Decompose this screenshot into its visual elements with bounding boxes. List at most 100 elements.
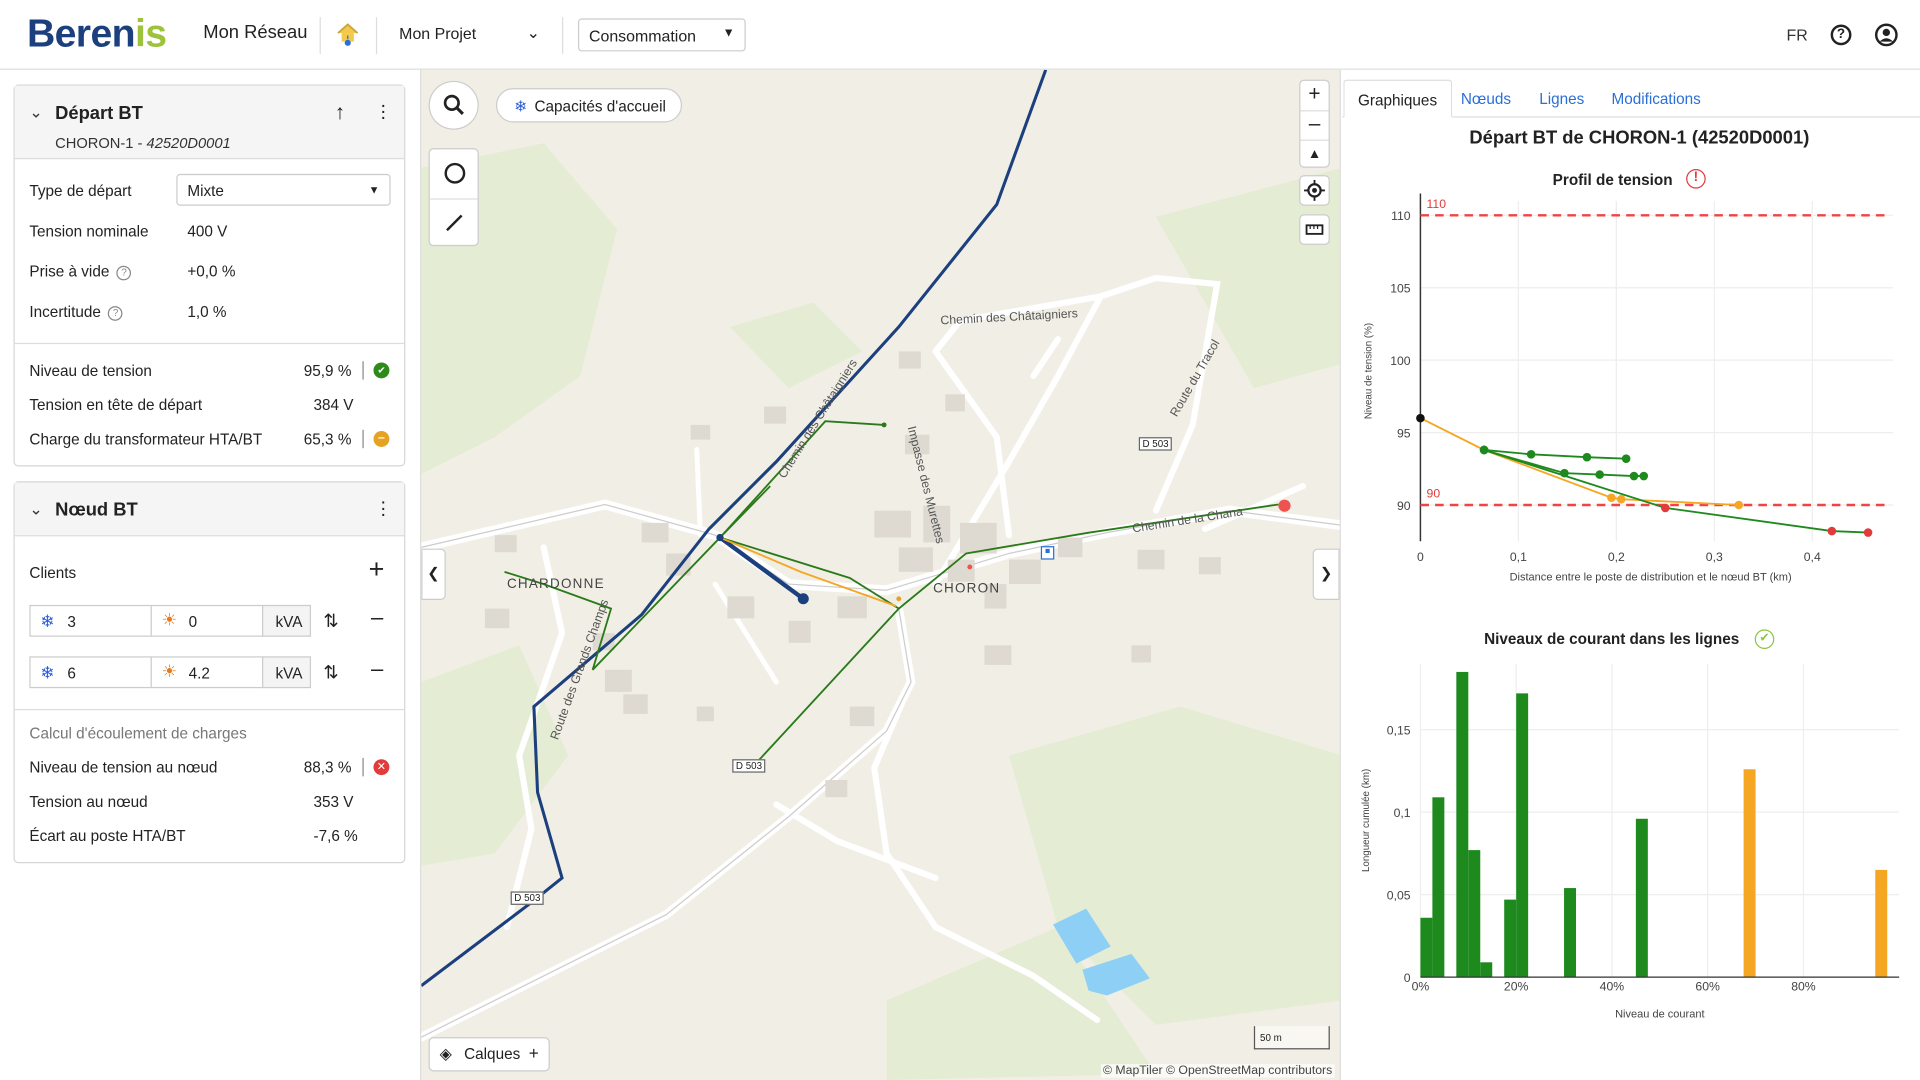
- search-button[interactable]: [428, 80, 479, 130]
- histogram-bar: [1504, 899, 1517, 978]
- place-label: CHORON: [933, 581, 1001, 597]
- help-icon[interactable]: ?: [108, 306, 123, 321]
- caret-down-icon: ▼: [368, 183, 380, 196]
- clients-label: Clients: [29, 564, 77, 582]
- y-tick-label: 0,05: [1387, 889, 1411, 903]
- divider: [14, 342, 405, 345]
- histogram-bar: [1432, 797, 1445, 978]
- collapse-icon[interactable]: ⌄: [29, 103, 42, 123]
- help-icon[interactable]: ?: [1830, 24, 1852, 46]
- tension-nominale-label: Tension nominale: [29, 222, 149, 241]
- noeud-bt-header: ⌄ Nœud BT · · ·: [14, 482, 405, 537]
- data-point: [1621, 454, 1631, 463]
- chevron-down-icon: ⌄: [526, 23, 541, 42]
- tab-bar: Graphiques Nœuds Lignes Modifications: [1342, 79, 1920, 118]
- search-icon: [443, 94, 464, 115]
- layers-label: Calques: [464, 1045, 521, 1063]
- status-ok-icon: ✔: [1754, 629, 1775, 649]
- project-select[interactable]: Mon Projet ⌄: [399, 23, 541, 43]
- zoom-in-button[interactable]: +: [1300, 81, 1328, 110]
- series-line: [1483, 449, 1869, 534]
- chart-title-voltage: Profil de tension: [1552, 171, 1673, 189]
- data-point: [1863, 528, 1873, 537]
- data-point: [1416, 413, 1425, 423]
- niveau-tension-noeud-label: Niveau de tension au nœud: [29, 759, 218, 777]
- status-error-icon: ✕: [373, 759, 390, 776]
- limit-label: 90: [1427, 487, 1441, 501]
- snowflake-icon: ❄: [40, 611, 55, 631]
- status-error-icon: !: [1686, 168, 1706, 189]
- capacites-button[interactable]: ❄ Capacités d'accueil: [495, 88, 682, 123]
- sun-value: 4.2: [188, 664, 210, 683]
- collapse-right-button[interactable]: ❯: [1312, 548, 1340, 601]
- depart-name: CHORON-1 -: [55, 134, 147, 152]
- calc-section-label: Calcul d'écoulement de charges: [29, 724, 247, 743]
- status-ok-icon: ✔: [373, 362, 390, 379]
- x-tick-label: 0%: [1412, 980, 1430, 994]
- mode-select[interactable]: Consommation ▼: [577, 18, 746, 52]
- ecart-poste-label: Écart au poste HTA/BT: [29, 827, 186, 845]
- tab-modifications[interactable]: Modifications: [1598, 80, 1714, 118]
- help-icon[interactable]: ?: [116, 265, 132, 281]
- x-tick-label: 40%: [1600, 980, 1625, 994]
- circle-tool-icon[interactable]: [444, 162, 466, 184]
- snowflake-icon: ❄: [514, 97, 528, 116]
- more-options-icon[interactable]: · · ·: [380, 493, 387, 525]
- histogram-bar: [1456, 671, 1469, 978]
- logo[interactable]: Berenis: [27, 11, 167, 56]
- account-icon[interactable]: [1874, 23, 1898, 47]
- map-canvas: [421, 69, 1340, 1080]
- top-bar: Berenis Mon Réseau Mon Projet ⌄ Consommat…: [0, 0, 1920, 70]
- divider: [375, 17, 378, 54]
- collapse-icon[interactable]: ⌄: [29, 500, 42, 520]
- current-levels-chart: 0% 20% 40% 60% 80% 0 0,05 0,1 0,15 Niveau de cour…: [1361, 663, 1900, 1021]
- x-tick-label: 0,4: [1804, 550, 1821, 564]
- cold-power-input[interactable]: ❄ 3: [29, 604, 152, 637]
- incertitude-value[interactable]: 1,0 %: [187, 304, 226, 321]
- road-label: D 503: [510, 891, 545, 905]
- tab-noeuds[interactable]: Nœuds: [1447, 80, 1524, 118]
- charge-transfo-value: 65,3 %: [303, 431, 352, 449]
- zoom-out-button[interactable]: –: [1300, 110, 1329, 139]
- measure-button[interactable]: [1299, 214, 1330, 245]
- cold-power-input[interactable]: ❄ 6: [29, 656, 152, 689]
- chart-title-current: Niveaux de courant dans les lignes: [1484, 630, 1740, 648]
- locate-button[interactable]: [1299, 175, 1330, 206]
- niveau-tension-label: Niveau de tension: [29, 362, 152, 380]
- map-view[interactable]: Chemin des Châtaigniers Impasse des Mure…: [420, 69, 1341, 1080]
- noeud-bt-card: ⌄ Nœud BT · · · Clients + ❄ 3 ☀ 0 kVA ⇅ – ❄ 6…: [13, 481, 406, 864]
- project-label: Mon Projet: [399, 24, 477, 43]
- compass-icon[interactable]: ▲: [1300, 139, 1329, 168]
- sort-icon[interactable]: ⇅: [323, 610, 338, 632]
- mode-label: Consommation: [588, 26, 697, 46]
- collapse-left-button[interactable]: ❮: [421, 548, 446, 601]
- layers-button[interactable]: ◈ Calques +: [428, 1037, 550, 1072]
- sort-icon[interactable]: ⇅: [323, 661, 338, 683]
- more-options-icon[interactable]: · · ·: [380, 96, 387, 128]
- x-axis-label: Distance entre le poste de distribution …: [1510, 571, 1792, 583]
- y-tick-label: 90: [1397, 499, 1411, 513]
- y-tick-label: 0: [1404, 971, 1411, 985]
- prise-a-vide-value[interactable]: +0,0 %: [187, 263, 235, 280]
- map-attribution[interactable]: © MapTiler © OpenStreetMap contributors: [1100, 1064, 1335, 1078]
- divider: [14, 708, 405, 711]
- home-network-icon[interactable]: [334, 21, 361, 48]
- tab-graphiques[interactable]: Graphiques: [1343, 79, 1452, 118]
- add-client-button[interactable]: +: [369, 555, 385, 583]
- remove-client-button[interactable]: –: [371, 656, 383, 682]
- sun-power-input[interactable]: ☀ 4.2: [150, 656, 264, 689]
- histogram-bar: [1420, 917, 1433, 978]
- remove-client-button[interactable]: –: [371, 605, 383, 631]
- x-tick-label: 0,1: [1510, 550, 1527, 564]
- tab-lignes[interactable]: Lignes: [1526, 80, 1598, 118]
- tension-tete-label: Tension en tête de départ: [29, 396, 203, 414]
- upload-icon[interactable]: ↑: [335, 100, 345, 124]
- y-tick-label: 100: [1390, 354, 1411, 368]
- line-tool-icon[interactable]: [444, 213, 464, 233]
- language-select[interactable]: FR: [1787, 26, 1808, 44]
- sun-power-input[interactable]: ☀ 0: [150, 604, 264, 637]
- logo-accent: is: [134, 11, 167, 56]
- y-tick-label: 95: [1397, 426, 1411, 440]
- depart-type-select[interactable]: Mixte ▼: [176, 173, 391, 206]
- histogram-bar: [1480, 962, 1493, 978]
